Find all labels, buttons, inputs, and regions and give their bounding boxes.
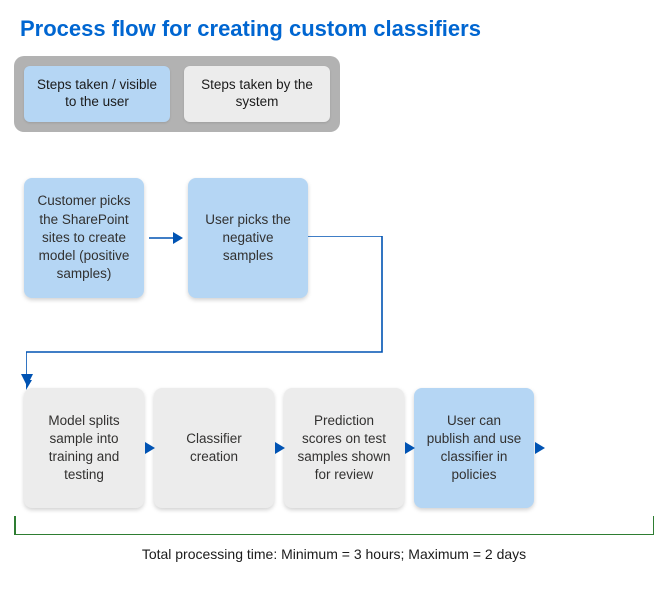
diagram-canvas: Process flow for creating custom classif… (0, 0, 664, 596)
arrow-right-icon (405, 439, 415, 457)
processing-time-label: Total processing time: Minimum = 3 hours… (14, 546, 654, 562)
step-split-sample: Model splits sample into training and te… (24, 388, 144, 508)
legend-system-steps: Steps taken by the system (184, 66, 330, 122)
arrow-right-icon (535, 439, 545, 457)
arrow-down-icon (18, 374, 36, 388)
legend: Steps taken / visible to the user Steps … (14, 56, 340, 132)
arrow-right-icon (275, 439, 285, 457)
arrow-right-icon (145, 439, 155, 457)
legend-user-steps: Steps taken / visible to the user (24, 66, 170, 122)
step-classifier-creation: Classifier creation (154, 388, 274, 508)
diagram-title: Process flow for creating custom classif… (20, 16, 481, 42)
step-publish-use-classifier: User can publish and use classifier in p… (414, 388, 534, 508)
step-prediction-scores: Prediction scores on test samples shown … (284, 388, 404, 508)
